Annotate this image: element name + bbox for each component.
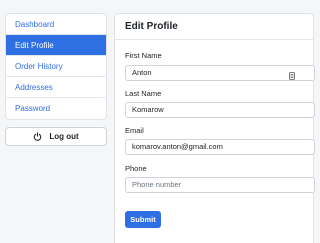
edit-profile-card: Edit Profile First Name Anton Last Name …	[114, 13, 315, 243]
autofill-contact-icon[interactable]	[289, 67, 295, 80]
sidebar-item-order-history[interactable]: Order History	[6, 56, 106, 77]
power-icon	[33, 132, 42, 141]
logout-button[interactable]: Log out	[5, 127, 107, 146]
phone-field[interactable]: Phone number	[125, 177, 315, 193]
last-name-label: Last Name	[125, 89, 162, 98]
page: Dashboard Edit Profile Order History Add…	[0, 0, 315, 243]
email-field[interactable]: komarov.anton@gmail.com	[125, 139, 315, 155]
page-title: Edit Profile	[125, 21, 178, 32]
submit-button[interactable]: Submit	[125, 211, 161, 228]
phone-label: Phone	[125, 164, 147, 173]
sidebar-nav: Dashboard Edit Profile Order History Add…	[5, 13, 107, 120]
first-name-label: First Name	[125, 51, 162, 60]
logout-label: Log out	[49, 132, 79, 141]
last-name-field[interactable]: Komarow	[125, 102, 315, 118]
sidebar-item-addresses[interactable]: Addresses	[6, 77, 106, 98]
first-name-field[interactable]: Anton	[125, 65, 315, 81]
sidebar-item-edit-profile[interactable]: Edit Profile	[6, 35, 106, 56]
email-label: Email	[125, 126, 144, 135]
sidebar-item-password[interactable]: Password	[6, 98, 106, 119]
card-divider	[115, 39, 313, 40]
sidebar-item-dashboard[interactable]: Dashboard	[6, 14, 106, 35]
